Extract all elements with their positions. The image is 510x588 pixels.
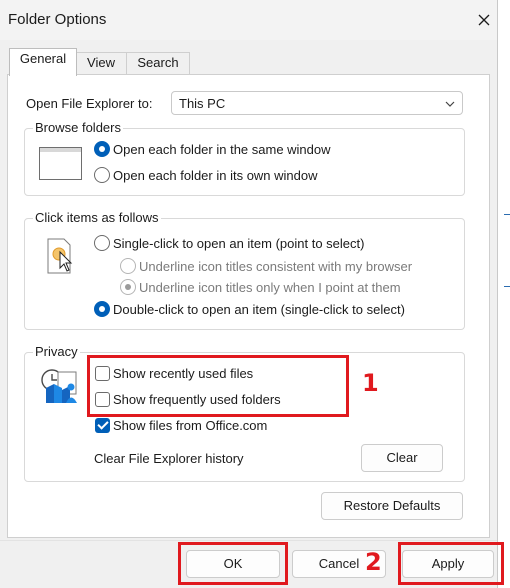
annotation-marker-2: 2 [365,548,382,576]
annotation-marker-1: 1 [362,369,379,397]
browse-folders-legend: Browse folders [33,120,123,135]
tab-view[interactable]: View [75,52,127,75]
title-bar: Folder Options [0,0,497,40]
folder-options-dialog: Folder Options General View Search Open … [0,0,504,588]
radio-double-click[interactable] [94,301,110,317]
tab-search-label: Search [137,55,179,70]
clear-history-label: Clear File Explorer history [94,451,244,466]
clear-button-label: Clear [386,450,418,465]
clear-button[interactable]: Clear [361,444,443,472]
privacy-legend: Privacy [33,344,80,359]
same-window-label: Open each folder in the same window [113,142,331,157]
radio-underline-point[interactable] [120,279,136,295]
chevron-down-icon [444,98,456,110]
double-click-label: Double-click to open an item (single-cli… [113,302,405,317]
restore-defaults-label: Restore Defaults [343,498,441,513]
radio-own-window[interactable] [94,167,110,183]
single-click-label: Single-click to open an item (point to s… [113,236,365,251]
radio-single-click[interactable] [94,235,110,251]
window-title: Folder Options [8,11,107,28]
own-window-label: Open each folder in its own window [113,168,318,183]
highlight-ok-button [178,542,288,585]
office-files-label: Show files from Office.com [113,418,268,433]
radio-same-window[interactable] [94,141,110,157]
close-icon[interactable] [472,8,496,32]
tab-search[interactable]: Search [126,52,190,75]
radio-underline-browser[interactable] [120,258,136,274]
browse-folders-group [24,128,465,196]
background-window-edge [504,214,510,215]
underline-point-label: Underline icon titles only when I point … [139,280,401,295]
open-explorer-label: Open File Explorer to: [26,96,153,111]
privacy-history-icon [40,366,82,407]
click-items-legend: Click items as follows [33,210,161,225]
folder-window-icon [39,147,82,183]
pointer-click-icon [45,236,75,279]
tab-general[interactable]: General [9,48,77,76]
footer-separator [0,540,497,541]
open-explorer-dropdown[interactable]: This PC [171,91,463,115]
restore-defaults-button[interactable]: Restore Defaults [321,492,463,520]
highlight-apply-button [398,542,504,585]
tab-view-label: View [87,55,115,70]
highlight-privacy-checkboxes [87,355,349,417]
open-explorer-value: This PC [179,96,226,111]
cancel-button-label: Cancel [318,556,360,571]
underline-browser-label: Underline icon titles consistent with my… [139,259,413,274]
checkbox-office-files[interactable] [95,418,110,433]
background-window-edge [504,286,510,287]
tab-general-label: General [19,51,67,66]
